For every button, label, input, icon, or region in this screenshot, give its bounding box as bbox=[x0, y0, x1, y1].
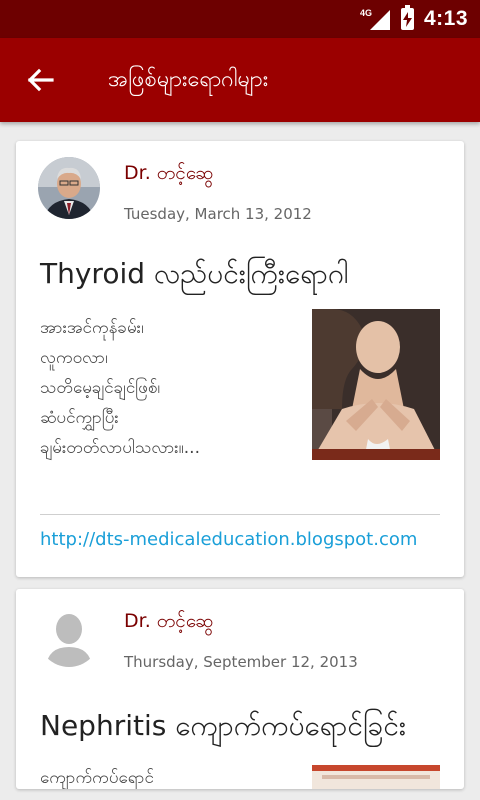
excerpt-line: ကျောက်ကပ်ရောင် bbox=[40, 768, 154, 788]
post-card[interactable]: Dr. တင့်ဆွေ Tuesday, March 13, 2012 Thyr… bbox=[16, 141, 464, 577]
blog-link[interactable]: http://dts-medicaleducation.blogspot.com bbox=[40, 529, 440, 550]
divider bbox=[40, 514, 440, 515]
post-excerpt: ကျောက်ကပ်ရောင် bbox=[40, 763, 300, 789]
back-arrow-icon[interactable] bbox=[22, 62, 58, 98]
post-thumbnail[interactable] bbox=[312, 309, 440, 460]
post-author: Dr. တင့်ဆွေ bbox=[124, 610, 214, 632]
signal-icon bbox=[370, 10, 390, 30]
author-avatar-placeholder bbox=[38, 605, 100, 667]
post-author: Dr. တင့်ဆွေ bbox=[124, 162, 214, 184]
post-card[interactable]: Dr. တင့်ဆွေ Thursday, September 12, 2013… bbox=[16, 589, 464, 789]
excerpt-line: သတိမေ့ချင်ချင်ဖြစ်၊ bbox=[40, 378, 161, 398]
app-bar: အဖြစ်များရောဂါများ bbox=[0, 38, 480, 122]
post-title[interactable]: Nephritis ကျောက်ကပ်ရောင်ခြင်း bbox=[40, 707, 406, 749]
page-title: အဖြစ်များရောဂါများ bbox=[108, 67, 269, 92]
post-date: Tuesday, March 13, 2012 bbox=[124, 205, 312, 223]
post-thumbnail[interactable] bbox=[312, 765, 440, 789]
excerpt-line: ဆံပင်ကျွှာပြီး bbox=[40, 408, 119, 428]
author-avatar bbox=[38, 157, 100, 219]
status-bar: 4G 4:13 bbox=[0, 0, 480, 38]
clock: 4:13 bbox=[423, 7, 468, 30]
post-excerpt: အားအင်ကုန်ခမ်း၊ လူကဝလာ၊ သတိမေ့ချင်ချင်ဖြ… bbox=[40, 313, 300, 463]
excerpt-line: လူကဝလာ၊ bbox=[40, 348, 108, 368]
excerpt-line: အားအင်ကုန်ခမ်း၊ bbox=[40, 318, 144, 338]
post-title[interactable]: Thyroid လည်ပင်းကြီးရောဂါ bbox=[40, 255, 349, 297]
excerpt-line: ချမ်းတတ်လာပါသလား။... bbox=[40, 438, 200, 458]
battery-charging-icon bbox=[401, 5, 414, 30]
post-date: Thursday, September 12, 2013 bbox=[124, 653, 358, 671]
